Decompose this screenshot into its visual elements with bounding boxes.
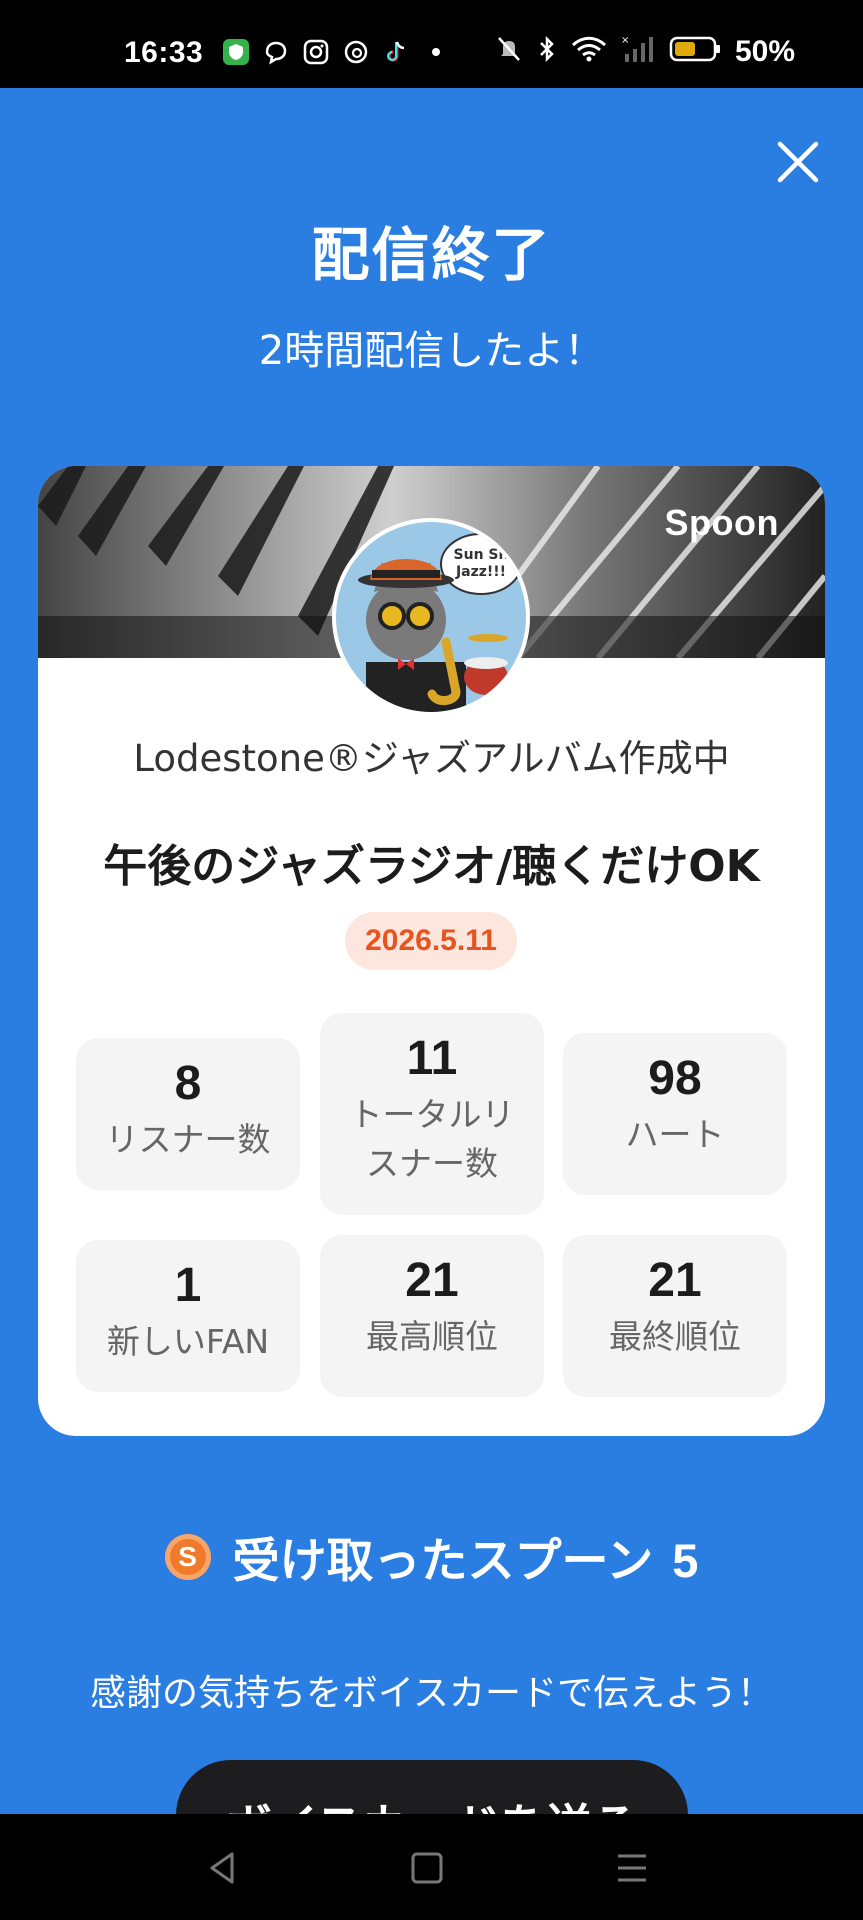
avatar[interactable]: Sun Sh Jazz!!! (336, 522, 526, 712)
spoon-coin-icon: S (164, 1533, 211, 1580)
tiktok-icon (382, 38, 410, 66)
home-square-icon (411, 1852, 443, 1884)
signal-icon: × (621, 34, 655, 69)
battery-icon (669, 35, 721, 68)
bluetooth-icon (537, 34, 557, 69)
stat-listeners: 8 リスナー数 (76, 1038, 300, 1190)
svg-text:×: × (621, 35, 629, 46)
spoon-logo: Spoon (664, 502, 779, 543)
shield-app-icon (222, 38, 250, 66)
stat-label-line2: スナー数 (366, 1144, 498, 1183)
stat-label: リスナー数 (105, 1120, 271, 1159)
close-button[interactable] (770, 134, 826, 190)
stat-value: 21 (405, 1254, 459, 1307)
duration-subtitle: 2時間配信したよ！ (258, 328, 605, 374)
system-indicators: × 50% (495, 34, 795, 69)
page-title: 配信終了 (311, 221, 552, 289)
spoons-label: 受け取ったスプーン (232, 1534, 654, 1589)
stat-value: 21 (648, 1254, 702, 1307)
stat-label: 最高順位 (366, 1317, 498, 1356)
stat-hearts: 98 ハート (563, 1033, 787, 1195)
stat-label: ハート (625, 1115, 725, 1154)
stat-final-rank: 21 最終順位 (563, 1235, 787, 1397)
stat-value: 11 (406, 1032, 458, 1085)
back-triangle-icon (210, 1852, 234, 1884)
stat-label: 新しいFAN (106, 1322, 270, 1361)
nav-home-button[interactable] (403, 1844, 451, 1892)
date-badge: 2026.5.11 (345, 912, 517, 970)
stat-new-fans: 1 新しいFAN (76, 1240, 300, 1392)
stat-label: 最終順位 (609, 1317, 741, 1356)
nav-menu-button[interactable] (608, 1844, 656, 1892)
stat-value: 98 (648, 1052, 702, 1105)
threads-icon (342, 38, 370, 66)
close-icon (777, 141, 819, 183)
stat-best-rank: 21 最高順位 (320, 1235, 544, 1397)
stat-value: 1 (174, 1259, 202, 1312)
thanks-message: 感謝の気持ちをボイスカードで伝えよう！ (90, 1673, 773, 1714)
nav-back-button[interactable] (198, 1844, 246, 1892)
instagram-icon (302, 38, 330, 66)
status-bar: 16:33 × 50% (0, 0, 863, 88)
system-nav-bar (0, 1814, 863, 1920)
username: Lodestone®ジャズアルバム作成中 (133, 737, 730, 780)
notification-icons (222, 38, 450, 66)
more-notifications-dot-icon (422, 38, 450, 66)
avatar-speech-line2: Jazz!!! (455, 564, 506, 580)
spoons-count: 5 (672, 1534, 699, 1587)
mute-icon (495, 34, 523, 69)
spoons-received: S 受け取ったスプーン 5 (0, 1522, 863, 1591)
summary-card: Spoon Sun Sh Jazz!!! Lodestone®ジャズアルバム作成… (38, 466, 825, 1436)
chat-app-icon (262, 38, 290, 66)
jazz-cat-avatar-icon: Sun Sh Jazz!!! (336, 522, 526, 712)
battery-percent: 50% (734, 34, 795, 68)
stat-label-line1: トータルリ (349, 1095, 515, 1134)
menu-lines-icon (618, 1854, 646, 1882)
stat-total-listeners: 11 トータルリ スナー数 (320, 1013, 544, 1215)
live-title: 午後のジャズラジオ/聴くだけOK (103, 841, 760, 892)
wifi-icon (571, 34, 607, 69)
clock: 16:33 (124, 36, 204, 69)
stat-value: 8 (174, 1057, 202, 1110)
